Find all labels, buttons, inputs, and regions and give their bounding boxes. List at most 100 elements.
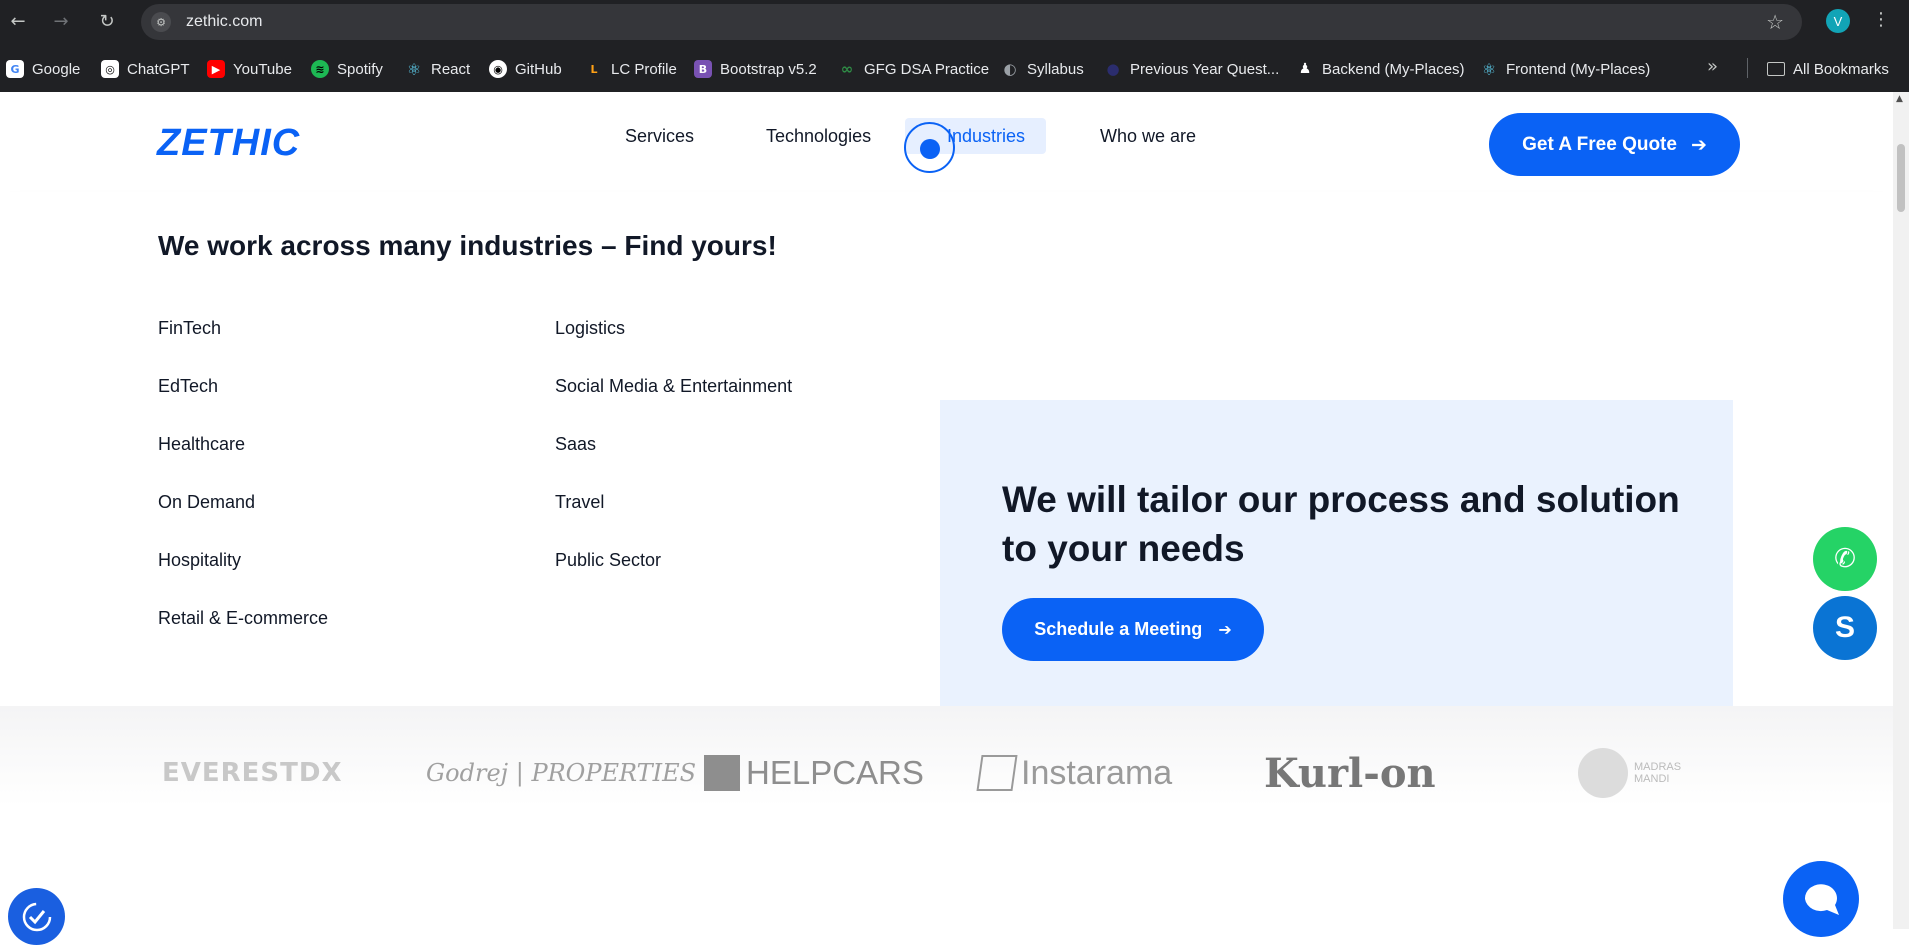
logo-godrej-properties: Godrej | PROPERTIES — [426, 759, 697, 787]
get-free-quote-button[interactable]: Get A Free Quote ➔ — [1489, 113, 1740, 176]
bookmark-syllabus[interactable]: ◐ Syllabus — [1001, 56, 1084, 82]
tailor-heading: We will tailor our process and solution … — [1002, 479, 1680, 569]
browser-chrome: ← → ↻ ⚙ zethic.com ☆ V ⋮ G Google ◎ Chat… — [0, 0, 1909, 92]
page-scrollbar[interactable]: ▲ — [1893, 92, 1909, 929]
circle-icon: ● — [1106, 60, 1120, 78]
zethic-logo[interactable]: ZETHIC — [157, 122, 300, 165]
nav-industries[interactable]: Industries — [947, 126, 1025, 147]
more-bookmarks-icon[interactable]: » — [1707, 56, 1718, 77]
folder-icon — [1767, 62, 1785, 76]
bookmark-label: GFG DSA Practice — [864, 60, 990, 78]
industry-retail-ecommerce[interactable]: Retail & E-commerce — [158, 608, 328, 629]
industry-hospitality[interactable]: Hospitality — [158, 550, 241, 571]
youtube-icon: ▶ — [207, 60, 225, 78]
accessibility-button[interactable] — [8, 888, 65, 945]
logo-text: HELPCARS — [746, 754, 924, 791]
bookmark-backend[interactable]: ♟ Backend (My-Places) — [1296, 56, 1465, 82]
instarama-mark-icon — [976, 755, 1018, 791]
bookmark-label: Syllabus — [1027, 60, 1084, 78]
bookmark-label: Spotify — [337, 60, 383, 78]
nav-services[interactable]: Services — [625, 126, 694, 147]
globe-icon: ◐ — [1003, 60, 1017, 78]
bookmark-star-icon[interactable]: ☆ — [1766, 10, 1784, 34]
client-logos-strip: EVERESTDX Godrej | PROPERTIES HELPCARS I… — [0, 706, 1893, 929]
bookmark-bootstrap[interactable]: B Bootstrap v5.2 — [694, 56, 817, 82]
bookmark-google[interactable]: G Google — [6, 56, 80, 82]
chat-bubble-icon — [1804, 884, 1839, 915]
chat-widget-button[interactable] — [1783, 861, 1859, 937]
spotify-icon: ≋ — [311, 60, 329, 78]
bookmark-previous-year[interactable]: ● Previous Year Quest... — [1104, 56, 1279, 82]
address-bar[interactable]: ⚙ zethic.com ☆ — [141, 4, 1802, 40]
reload-icon[interactable]: ↻ — [95, 9, 119, 33]
browser-menu-icon[interactable]: ⋮ — [1872, 9, 1890, 30]
bookmarks-bar: G Google ◎ ChatGPT ▶ YouTube ≋ Spotify ⚛… — [0, 52, 1909, 82]
bookmark-chatgpt[interactable]: ◎ ChatGPT — [101, 56, 190, 82]
industry-healthcare[interactable]: Healthcare — [158, 434, 245, 455]
all-bookmarks-label: All Bookmarks — [1793, 60, 1889, 78]
skype-button[interactable]: S — [1813, 596, 1877, 660]
tailor-panel: We will tailor our process and solution … — [940, 400, 1733, 735]
schedule-meeting-button[interactable]: Schedule a Meeting ➔ — [1002, 598, 1264, 661]
accessibility-icon — [22, 902, 51, 931]
bookmark-label: LC Profile — [611, 60, 677, 78]
bookmark-lc-profile[interactable]: L LC Profile — [585, 56, 677, 82]
profile-avatar[interactable]: V — [1826, 9, 1850, 33]
skype-icon: S — [1834, 611, 1855, 644]
bookmark-gfg[interactable]: ∞ GFG DSA Practice — [838, 56, 989, 82]
site-info-icon[interactable]: ⚙ — [151, 12, 171, 32]
industry-on-demand[interactable]: On Demand — [158, 492, 255, 513]
forward-icon[interactable]: → — [49, 9, 73, 33]
bookmark-react[interactable]: ⚛ React — [405, 56, 470, 82]
bookmark-label: Google — [32, 60, 81, 78]
bootstrap-icon: B — [694, 60, 712, 78]
scroll-up-icon[interactable]: ▲ — [1896, 94, 1903, 104]
bookmark-youtube[interactable]: ▶ YouTube — [207, 56, 292, 82]
industry-travel[interactable]: Travel — [555, 492, 604, 513]
bookmark-label: React — [431, 60, 471, 78]
leetcode-icon: L — [590, 62, 598, 76]
logo-everestdx: EVERESTDX — [162, 758, 343, 788]
chatgpt-icon: ◎ — [101, 60, 119, 78]
cta-label: Get A Free Quote — [1522, 133, 1677, 155]
cursor-dot — [920, 139, 940, 159]
url-text[interactable]: zethic.com — [186, 13, 262, 31]
bookmark-github[interactable]: ◉ GitHub — [489, 56, 562, 82]
nav-technologies[interactable]: Technologies — [766, 126, 871, 147]
bookmark-label: ChatGPT — [127, 60, 190, 78]
industry-social-media[interactable]: Social Media & Entertainment — [555, 376, 792, 397]
bookmark-label: YouTube — [233, 60, 292, 78]
bookmark-label: GitHub — [515, 60, 562, 78]
nav-who-we-are[interactable]: Who we are — [1100, 126, 1196, 147]
back-icon[interactable]: ← — [6, 9, 30, 33]
logo-instarama: Instarama — [976, 746, 1173, 800]
logo-text: MADRAS MANDI — [1634, 761, 1682, 785]
car-icon — [704, 755, 740, 791]
industry-fintech[interactable]: FinTech — [158, 318, 221, 339]
bookmark-label: Backend (My-Places) — [1322, 60, 1465, 78]
scroll-thumb[interactable] — [1897, 144, 1905, 212]
gfg-icon: ∞ — [840, 60, 854, 78]
all-bookmarks[interactable]: All Bookmarks — [1767, 56, 1889, 82]
bookmark-spotify[interactable]: ≋ Spotify — [311, 56, 383, 82]
google-icon: G — [6, 60, 24, 78]
bookmarks-divider — [1747, 58, 1748, 78]
arrow-right-icon: ➔ — [1690, 133, 1707, 156]
logo-text: Instarama — [1021, 753, 1173, 792]
logo-kurlon: Kurl-on — [1264, 749, 1436, 797]
logo-madras-mandi: MADRAS MANDI — [1578, 746, 1684, 800]
industry-logistics[interactable]: Logistics — [555, 318, 625, 339]
industry-public-sector[interactable]: Public Sector — [555, 550, 661, 571]
page-viewport: ZETHIC Services Technologies Industries … — [0, 92, 1893, 929]
industry-edtech[interactable]: EdTech — [158, 376, 218, 397]
industry-saas[interactable]: Saas — [555, 434, 596, 455]
whatsapp-button[interactable]: ✆ — [1813, 527, 1877, 591]
react-icon: ⚛ — [406, 59, 422, 79]
backend-icon: ♟ — [1298, 61, 1312, 77]
bookmark-frontend[interactable]: ⚛ Frontend (My-Places) — [1480, 56, 1650, 82]
arrow-right-icon: ➔ — [1218, 620, 1232, 639]
bookmark-label: Bootstrap v5.2 — [720, 60, 817, 78]
logo-helpcars: HELPCARS — [704, 746, 924, 800]
bookmark-label: Frontend (My-Places) — [1506, 60, 1651, 78]
madras-mandi-mark-icon — [1578, 748, 1628, 798]
